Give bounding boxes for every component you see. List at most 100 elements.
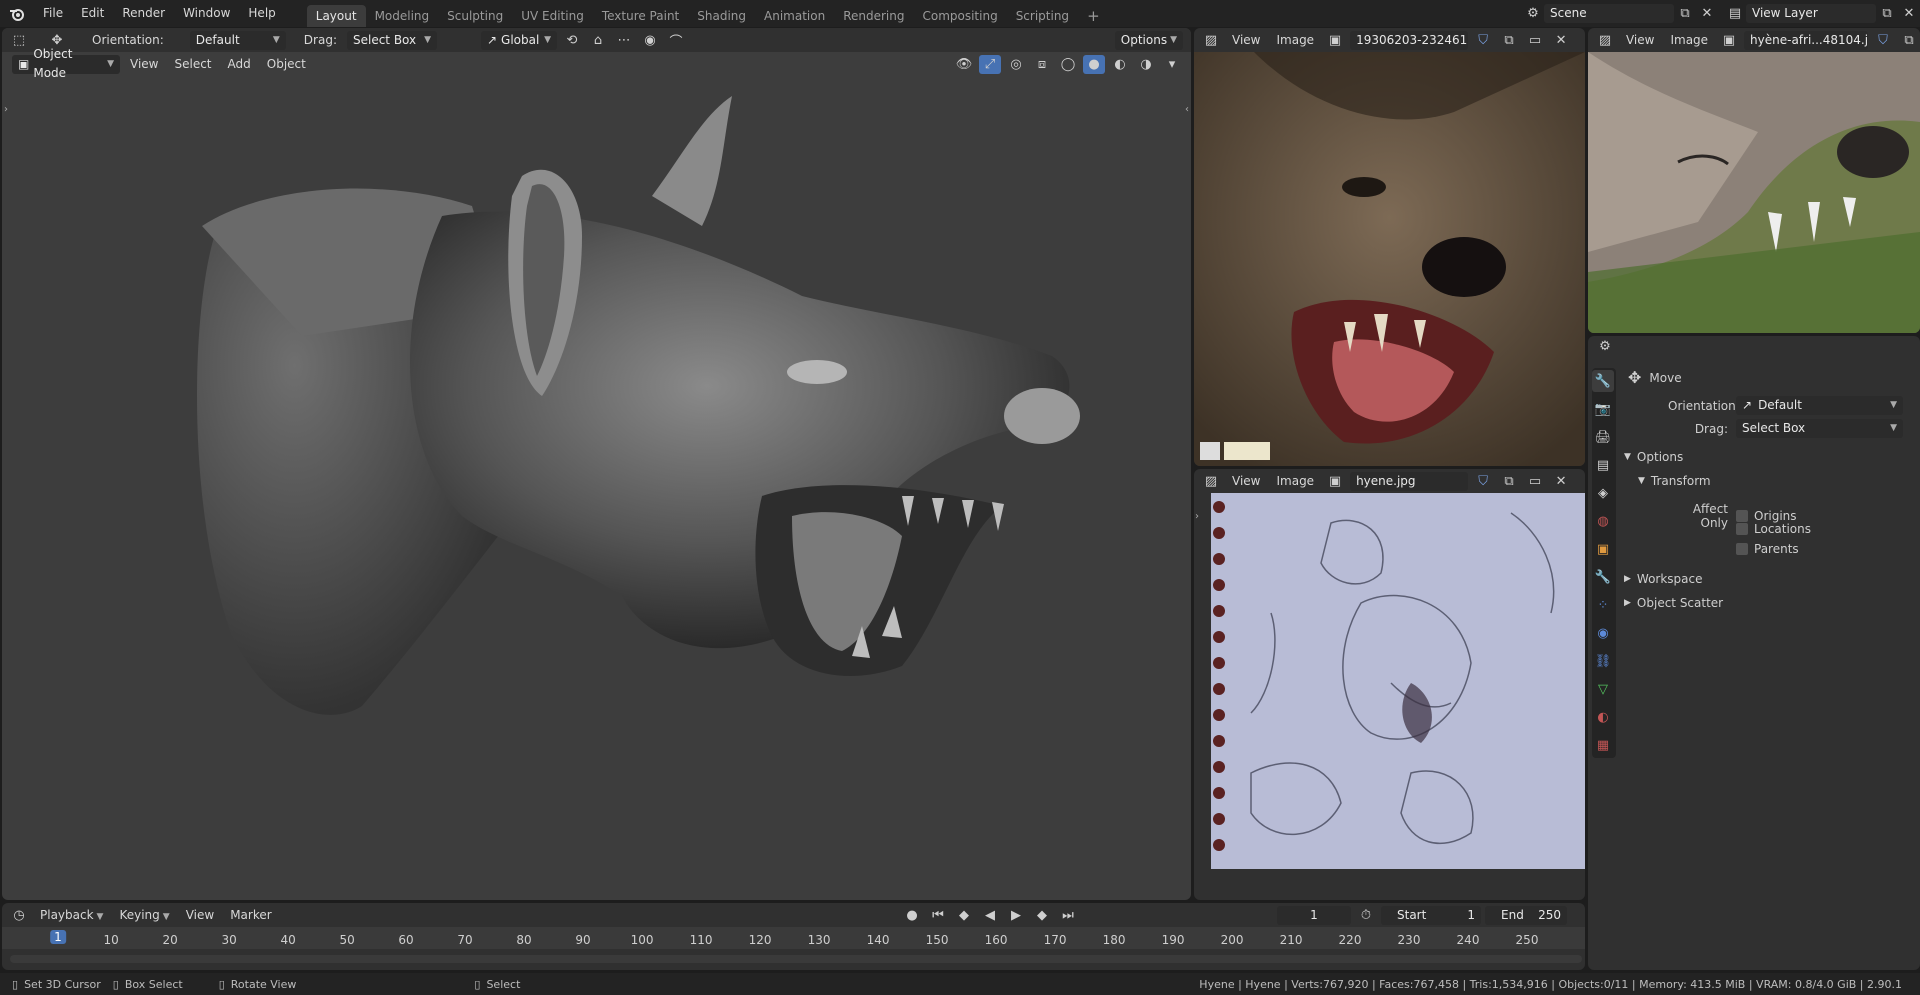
new-image-icon[interactable]: ⧉ — [1498, 31, 1520, 50]
jump-start-icon[interactable]: ⏮ — [927, 906, 949, 925]
browse-image-icon[interactable]: ▣ — [1718, 31, 1740, 50]
timeline-menu-keying[interactable]: Keying ▼ — [113, 908, 175, 922]
image-editor-1-filename[interactable]: 19306203-232461... — [1350, 30, 1469, 50]
image-editor-type-icon[interactable]: ▨ — [1594, 31, 1616, 50]
shading-options-icon[interactable]: ▾ — [1161, 55, 1183, 74]
tab-animation[interactable]: Animation — [755, 5, 834, 27]
image-editor-2-image-menu[interactable]: Image — [1664, 33, 1714, 47]
tab-modeling[interactable]: Modeling — [366, 5, 439, 27]
timeline-scrollbar[interactable] — [10, 955, 1582, 963]
properties-editor[interactable]: ⚙ 🔧 📷 🖨 ▤ ◈ ◍ ▣ 🔧 ⁘ ◉ ⛓ ▽ ◐ ▦ ✥ Move Ori… — [1588, 336, 1920, 970]
modifier-tab-icon[interactable]: 🔧 — [1592, 566, 1614, 588]
render-tab-icon[interactable]: 📷 — [1592, 398, 1614, 420]
origins-checkbox[interactable] — [1736, 510, 1748, 522]
constraints-tab-icon[interactable]: ⛓ — [1592, 650, 1614, 672]
fake-user-icon[interactable]: ⛉ — [1472, 472, 1494, 491]
snap-icon[interactable]: ⌂ — [587, 31, 609, 50]
unlink-image-icon[interactable]: ✕ — [1550, 472, 1572, 491]
snap-target-icon[interactable]: ⋯ — [613, 31, 635, 50]
fake-user-icon[interactable]: ⛉ — [1472, 31, 1494, 50]
transform-orientation-dropdown[interactable]: ↗ Global ▼ — [480, 30, 557, 50]
mode-dropdown[interactable]: ▣ Object Mode ▼ — [12, 47, 120, 80]
new-image-icon[interactable]: ⧉ — [1498, 472, 1520, 491]
object-scatter-panel-header[interactable]: ▶ Object Scatter — [1624, 596, 1723, 610]
wireframe-shading-icon[interactable]: ◯ — [1057, 55, 1079, 74]
data-tab-icon[interactable]: ▽ — [1592, 678, 1614, 700]
physics-tab-icon[interactable]: ◉ — [1592, 622, 1614, 644]
tab-shading[interactable]: Shading — [688, 5, 755, 27]
sidebar-expand-icon[interactable]: ‹ — [1185, 104, 1189, 115]
output-tab-icon[interactable]: 🖨 — [1592, 426, 1614, 448]
overlay-icon[interactable]: ◎ — [1005, 55, 1027, 74]
blender-logo-icon[interactable] — [0, 7, 34, 21]
menu-window[interactable]: Window — [174, 0, 239, 27]
tab-rendering[interactable]: Rendering — [834, 5, 913, 27]
frame-ruler[interactable]: 1 10 20 30 40 50 60 70 80 90 100 110 120 130 140 150 160… — [2, 927, 1585, 949]
unlink-image-icon[interactable]: ✕ — [1550, 31, 1572, 50]
tool-tab-icon[interactable]: 🔧 — [1592, 370, 1614, 392]
menu-render[interactable]: Render — [113, 0, 174, 27]
delete-view-layer-icon[interactable]: ✕ — [1898, 4, 1920, 23]
xray-icon[interactable]: ⧈ — [1031, 55, 1053, 74]
falloff-icon[interactable]: ⌒ — [665, 31, 687, 50]
record-icon[interactable]: ● — [901, 906, 923, 925]
view-layer-tab-icon[interactable]: ▤ — [1592, 454, 1614, 476]
new-image-icon[interactable]: ⧉ — [1898, 31, 1920, 50]
prev-keyframe-icon[interactable]: ◆ — [953, 906, 975, 925]
tab-scripting[interactable]: Scripting — [1007, 5, 1078, 27]
orientation-dropdown[interactable]: Default ▼ — [189, 30, 286, 50]
image-editor-3-view-menu[interactable]: View — [1226, 474, 1266, 488]
current-frame-field[interactable]: 1 — [1277, 905, 1351, 925]
image-editor-3[interactable]: ▨ View Image ▣ hyene.jpg ⛉ ⧉ ▭ ✕ › — [1194, 469, 1585, 900]
particles-tab-icon[interactable]: ⁘ — [1592, 594, 1614, 616]
view-layer-icon[interactable]: ▤ — [1724, 4, 1746, 23]
image-editor-type-icon[interactable]: ▨ — [1200, 31, 1222, 50]
tab-uv-editing[interactable]: UV Editing — [512, 5, 593, 27]
world-tab-icon[interactable]: ◍ — [1592, 510, 1614, 532]
image-editor-2-filename[interactable]: hyène-afri...48104.jpg — [1744, 30, 1868, 50]
view-layer-field[interactable]: View Layer — [1746, 4, 1876, 23]
gizmo-icon[interactable]: ⤢ — [979, 54, 1001, 74]
image-editor-3-filename[interactable]: hyene.jpg — [1350, 471, 1469, 491]
pivot-icon[interactable]: ⟲ — [561, 31, 583, 50]
tab-compositing[interactable]: Compositing — [913, 5, 1006, 27]
image-editor-2[interactable]: ▨ View Image ▣ hyène-afri...48104.jpg ⛉ … — [1588, 28, 1920, 333]
jump-end-icon[interactable]: ⏭ — [1057, 906, 1079, 925]
scene-field[interactable]: Scene — [1544, 4, 1674, 23]
copy-view-layer-icon[interactable]: ⧉ — [1876, 4, 1898, 23]
tab-layout[interactable]: Layout — [306, 5, 366, 27]
current-frame-indicator[interactable]: 1 — [50, 930, 66, 944]
3d-viewport[interactable]: ⬚ ✥ Orientation: Default ▼ Drag: Select B… — [2, 28, 1191, 900]
drag-dropdown[interactable]: Select Box ▼ — [346, 30, 437, 50]
image-editor-2-view-menu[interactable]: View — [1620, 33, 1660, 47]
play-reverse-icon[interactable]: ◀ — [979, 906, 1001, 925]
material-shading-icon[interactable]: ◐ — [1109, 55, 1131, 74]
open-image-icon[interactable]: ▭ — [1524, 31, 1546, 50]
image-editor-1[interactable]: ▨ View Image ▣ 19306203-232461... ⛉ ⧉ ▭ … — [1194, 28, 1585, 466]
timeline-menu-marker[interactable]: Marker — [224, 908, 277, 922]
properties-editor-type-icon[interactable]: ⚙ — [1594, 337, 1616, 356]
rendered-shading-icon[interactable]: ◑ — [1135, 55, 1157, 74]
sidebar-expand-icon[interactable]: › — [1195, 511, 1199, 522]
browse-image-icon[interactable]: ▣ — [1324, 472, 1346, 491]
locations-checkbox[interactable] — [1736, 523, 1748, 535]
browse-image-icon[interactable]: ▣ — [1324, 31, 1346, 50]
viewport-menu-view[interactable]: View — [124, 57, 164, 71]
timeline-menu-view[interactable]: View — [180, 908, 220, 922]
preview-range-icon[interactable]: ⏱ — [1355, 906, 1377, 925]
image-editor-3-image-menu[interactable]: Image — [1270, 474, 1320, 488]
end-frame-field[interactable]: End 250 — [1485, 905, 1567, 925]
menu-file[interactable]: File — [34, 0, 72, 27]
copy-scene-icon[interactable]: ⧉ — [1674, 4, 1696, 23]
delete-scene-icon[interactable]: ✕ — [1696, 4, 1718, 23]
menu-edit[interactable]: Edit — [72, 0, 113, 27]
material-tab-icon[interactable]: ◐ — [1592, 706, 1614, 728]
add-workspace-button[interactable]: + — [1078, 5, 1109, 27]
object-tab-icon[interactable]: ▣ — [1592, 538, 1614, 560]
proportional-edit-icon[interactable]: ◉ — [639, 31, 661, 50]
transform-subpanel-header[interactable]: ▼ Transform — [1638, 474, 1711, 488]
play-icon[interactable]: ▶ — [1005, 906, 1027, 925]
tab-sculpting[interactable]: Sculpting — [438, 5, 512, 27]
viewport-menu-select[interactable]: Select — [168, 57, 217, 71]
prop-drag-dropdown[interactable]: Select Box ▼ — [1736, 419, 1903, 438]
